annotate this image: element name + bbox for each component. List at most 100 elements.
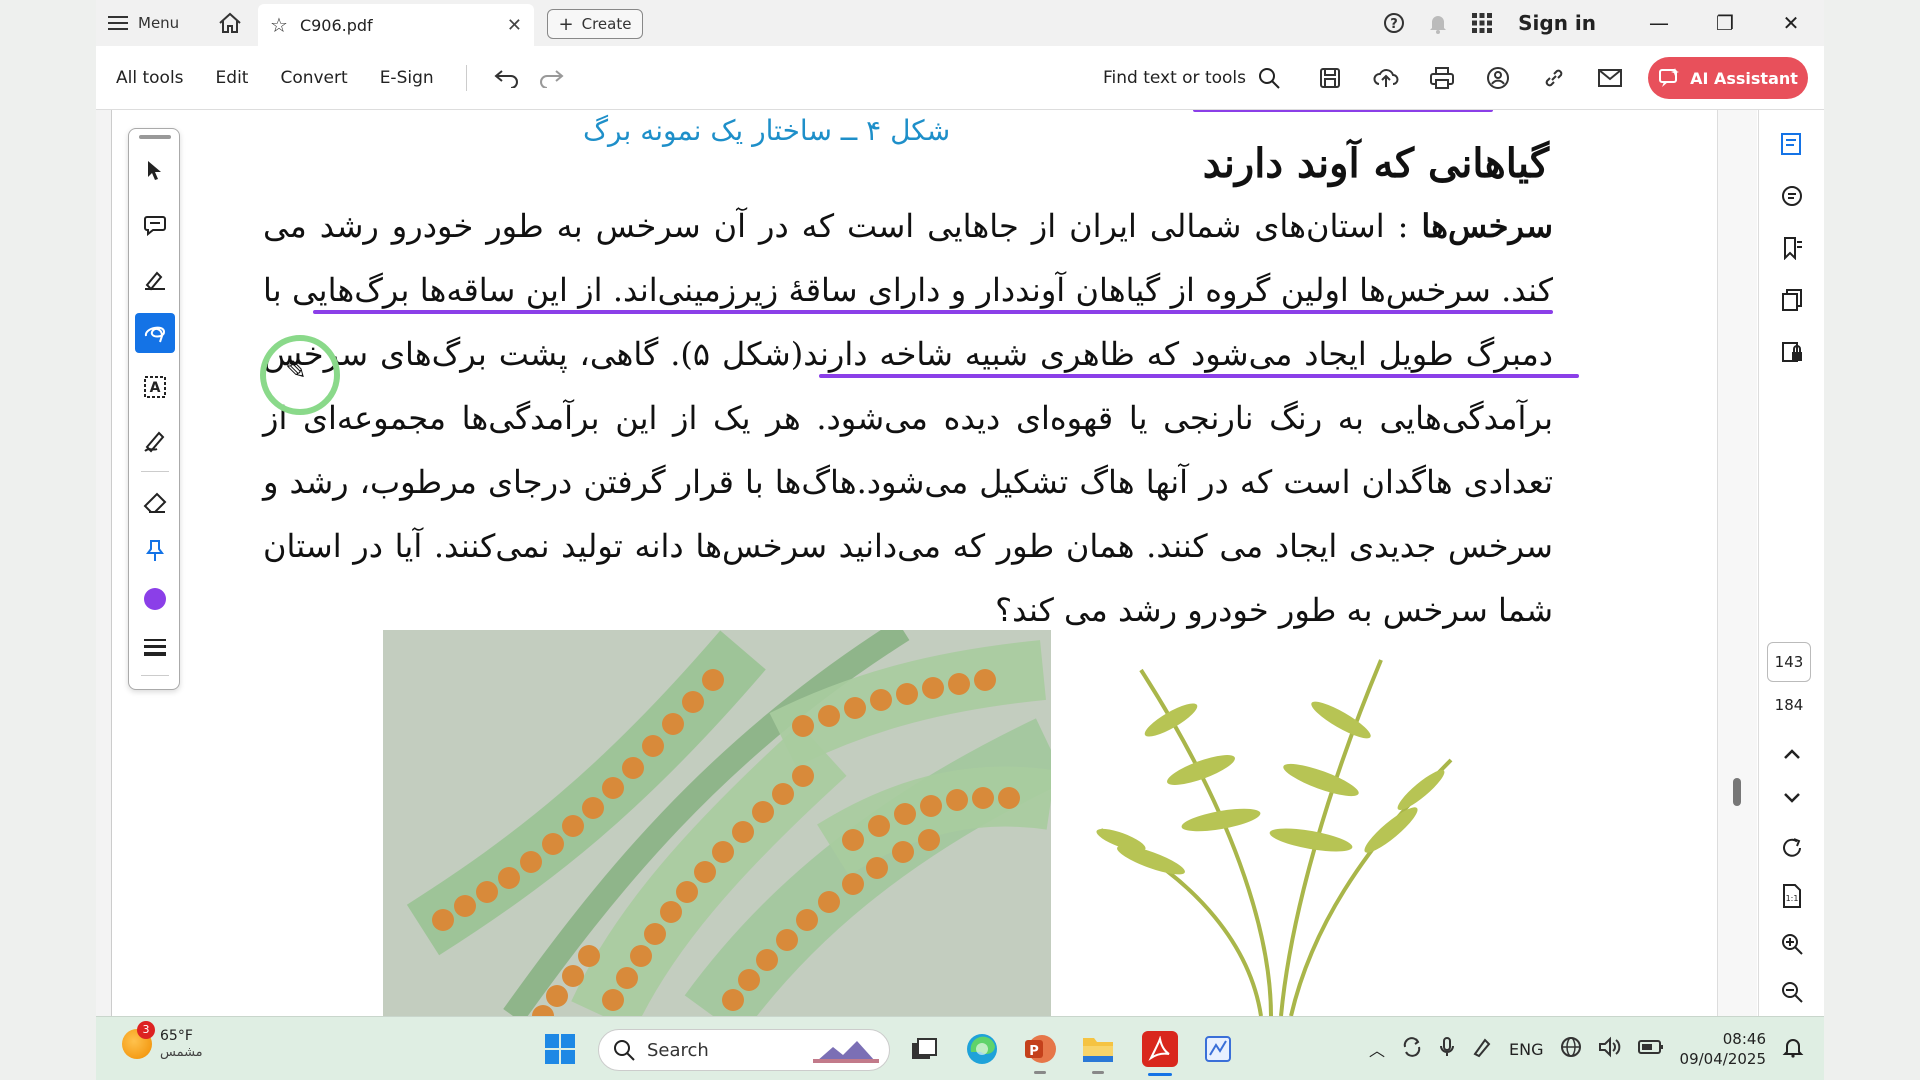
- help-icon[interactable]: ?: [1372, 0, 1416, 46]
- windows-taskbar: 3 65°F مشمس Search P ︿ ENG 08:46 09/04/2…: [96, 1016, 1824, 1080]
- home-button[interactable]: [214, 8, 246, 38]
- total-pages: 184: [1774, 696, 1804, 714]
- volume-icon[interactable]: [1598, 1036, 1622, 1062]
- all-tools-button[interactable]: All tools: [116, 68, 184, 88]
- sign-pen-icon[interactable]: [135, 421, 175, 461]
- current-page-input[interactable]: 143: [1767, 642, 1811, 682]
- search-placeholder: Search: [647, 1039, 709, 1061]
- hamburger-icon: [108, 16, 128, 30]
- close-window-button[interactable]: ✕: [1758, 0, 1824, 46]
- bell-icon[interactable]: [1416, 0, 1460, 46]
- create-button[interactable]: + Create: [547, 9, 643, 39]
- para-term: سرخس‌ها: [1421, 207, 1553, 245]
- taskbar-search[interactable]: Search: [598, 1029, 890, 1071]
- ai-assistant-button[interactable]: AI Assistant: [1648, 57, 1808, 99]
- left-gutter: [96, 110, 112, 1016]
- apps-grid-icon[interactable]: [1460, 0, 1504, 46]
- file-explorer-icon[interactable]: [1080, 1031, 1116, 1067]
- edit-button[interactable]: Edit: [216, 68, 249, 88]
- add-text-icon[interactable]: A: [135, 367, 175, 407]
- search-icon: [1259, 68, 1280, 89]
- desktop-right-margin: [1824, 0, 1920, 1080]
- svg-text:?: ?: [1390, 17, 1398, 32]
- save-icon[interactable]: [1302, 56, 1358, 100]
- chevron-down-icon[interactable]: [1776, 782, 1808, 814]
- select-cursor-icon[interactable]: [135, 151, 175, 191]
- comments-panel-icon[interactable]: [1776, 128, 1808, 160]
- highlight-pen-icon[interactable]: [135, 259, 175, 299]
- ai-assistant-icon: [1659, 68, 1680, 87]
- para-text: : استان‌های شمالی ایران از جاهایی است که…: [263, 207, 1554, 629]
- draw-freeform-icon[interactable]: [135, 313, 175, 353]
- zoom-out-icon[interactable]: [1776, 976, 1808, 1008]
- link-icon[interactable]: [1526, 56, 1582, 100]
- fit-page-icon[interactable]: 1:1: [1776, 880, 1808, 912]
- task-view-icon[interactable]: [906, 1031, 942, 1067]
- undo-icon[interactable]: [485, 68, 529, 88]
- right-side-panel: 143 184 1:1: [1758, 110, 1824, 1016]
- edge-browser-icon[interactable]: [964, 1031, 1000, 1067]
- color-picker-icon[interactable]: [135, 579, 175, 619]
- annotation-stroke: [1193, 110, 1493, 112]
- vertical-scrollbar[interactable]: [1717, 110, 1757, 1016]
- sync-icon[interactable]: [1401, 1036, 1423, 1062]
- palette-drag-handle[interactable]: [139, 135, 171, 139]
- document-tab[interactable]: ☆ C906.pdf ✕: [258, 4, 534, 46]
- acrobat-icon[interactable]: [1142, 1031, 1178, 1067]
- find-tools-button[interactable]: Find text or tools: [1103, 67, 1280, 89]
- search-highlight-icon: [813, 1041, 879, 1063]
- restore-button[interactable]: ❐: [1692, 0, 1758, 46]
- minimize-button[interactable]: —: [1626, 0, 1692, 46]
- eraser-icon[interactable]: [135, 483, 175, 523]
- body-paragraph: سرخس‌ها : استان‌های شمالی ایران از جاهای…: [263, 194, 1553, 642]
- upload-cloud-icon[interactable]: [1358, 56, 1414, 100]
- notification-bell-icon[interactable]: [1782, 1036, 1804, 1062]
- pdf-page[interactable]: شکل ۴ ــ ساختار یک نمونه برگ گیاهانی که …: [113, 110, 1737, 1016]
- menu-button[interactable]: Menu: [108, 8, 179, 38]
- language-indicator[interactable]: ENG: [1509, 1040, 1543, 1059]
- palette-divider: [141, 675, 169, 676]
- acrobat-window: Menu ☆ C906.pdf ✕ + Create ? Sign in — ❐…: [96, 0, 1824, 1016]
- battery-icon[interactable]: [1637, 1039, 1664, 1059]
- weather-sun-icon: 3: [122, 1020, 155, 1059]
- annotation-underline: [313, 310, 1553, 314]
- refresh-icon[interactable]: [1776, 832, 1808, 864]
- esign-button[interactable]: E-Sign: [380, 68, 434, 88]
- stroke-width-icon[interactable]: [135, 627, 175, 667]
- add-comment-icon[interactable]: [135, 205, 175, 245]
- email-icon[interactable]: [1582, 56, 1638, 100]
- windows-start-icon[interactable]: [544, 1033, 576, 1065]
- annotation-tool-palette: A: [128, 128, 180, 690]
- globe-icon[interactable]: [1560, 1036, 1582, 1062]
- pin-icon[interactable]: [135, 531, 175, 571]
- create-label: Create: [581, 15, 632, 33]
- sign-in-button[interactable]: Sign in: [1518, 11, 1596, 35]
- drawing-app-icon[interactable]: [1200, 1031, 1236, 1067]
- svg-text:1:1: 1:1: [1786, 894, 1799, 903]
- weather-widget[interactable]: 3 65°F مشمس: [122, 1020, 203, 1060]
- microphone-icon[interactable]: [1439, 1036, 1455, 1062]
- print-icon[interactable]: [1414, 56, 1470, 100]
- toolbar-right: Find text or tools AI Assistant: [1103, 46, 1808, 110]
- ai-assistant-label: AI Assistant: [1690, 68, 1798, 88]
- chat-panel-icon[interactable]: [1776, 180, 1808, 212]
- share-user-icon[interactable]: [1470, 56, 1526, 100]
- svg-text:A: A: [150, 380, 161, 396]
- main-toolbar: All tools Edit Convert E-Sign Find text …: [96, 46, 1824, 110]
- bookmark-panel-icon[interactable]: [1776, 232, 1808, 264]
- redo-icon[interactable]: [529, 68, 573, 88]
- scrollbar-thumb[interactable]: [1733, 778, 1741, 806]
- chevron-up-icon[interactable]: ︿: [1369, 1037, 1385, 1061]
- protect-panel-icon[interactable]: [1776, 336, 1808, 368]
- chevron-up-icon[interactable]: [1776, 738, 1808, 770]
- svg-text:P: P: [1029, 1044, 1039, 1059]
- pen-icon[interactable]: [1471, 1036, 1493, 1062]
- close-tab-icon[interactable]: ✕: [507, 15, 522, 36]
- clock[interactable]: 08:46 09/04/2025: [1680, 1029, 1766, 1069]
- convert-button[interactable]: Convert: [280, 68, 347, 88]
- powerpoint-icon[interactable]: P: [1022, 1031, 1058, 1067]
- zoom-in-icon[interactable]: [1776, 928, 1808, 960]
- pages-panel-icon[interactable]: [1776, 284, 1808, 316]
- star-icon[interactable]: ☆: [270, 13, 288, 37]
- document-area: شکل ۴ ــ ساختار یک نمونه برگ گیاهانی که …: [96, 110, 1824, 1016]
